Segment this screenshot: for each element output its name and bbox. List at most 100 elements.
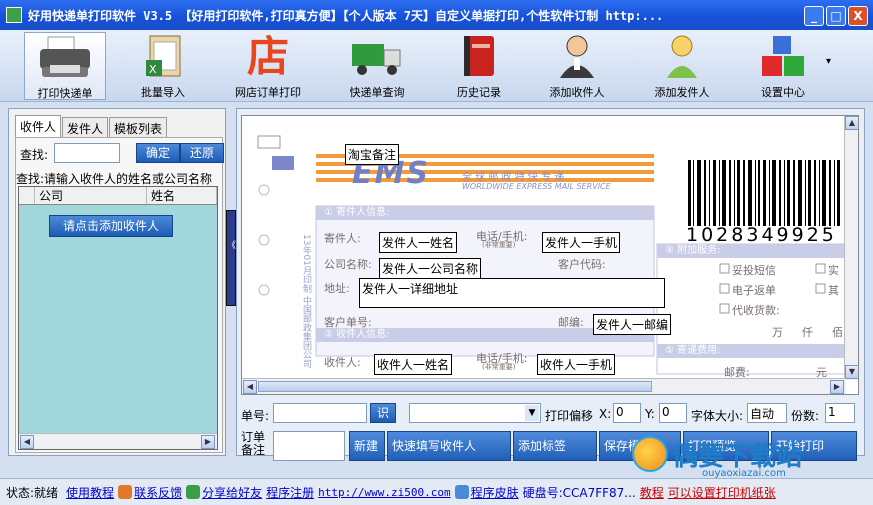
offset-x-input[interactable]: 0	[613, 403, 641, 423]
printer-setup-link[interactable]: 可以设置打印机纸张	[668, 484, 776, 501]
address-label: 地址:	[324, 282, 350, 295]
shop-glyph: 店	[246, 32, 289, 81]
search-input[interactable]	[54, 143, 120, 163]
chevron-down-icon[interactable]: ▼	[525, 405, 539, 421]
confirm-button[interactable]: 确定	[136, 143, 180, 163]
recipient-person-icon	[550, 34, 604, 80]
app-icon	[6, 7, 22, 23]
minimize-button[interactable]: _	[804, 6, 824, 26]
toolbar-shop-order-button[interactable]: 店 网店订单打印	[227, 32, 309, 100]
tab-senders[interactable]: 发件人	[62, 117, 109, 137]
option-other: 其	[828, 284, 839, 297]
field-sender-address[interactable]: 发件人一详细地址	[359, 278, 665, 308]
postage-section-header: ⑤ 寄递费用:	[657, 344, 777, 358]
canvas-horizontal-scrollbar[interactable]: ◀ ▶	[242, 378, 846, 394]
vertical-org-text: 中国邮政集团公司	[301, 296, 311, 368]
tab-recipients[interactable]: 收件人	[15, 115, 62, 137]
toolbar-label: 打印快递单	[37, 87, 93, 100]
toolbar-history-button[interactable]: 历史记录	[438, 32, 520, 100]
toolbar-label: 快递单查询	[349, 86, 405, 99]
maximize-button[interactable]: □	[826, 6, 846, 26]
recognize-button[interactable]: 识	[370, 403, 396, 423]
scroll-left-icon[interactable]: ◀	[243, 380, 257, 394]
register-link[interactable]: 程序注册	[266, 484, 314, 501]
toolbar-query-button[interactable]: 快递单查询	[336, 32, 418, 100]
contact-panel: 收件人 发件人 模板列表 查找: 确定 还原 查找:请输入收件人的姓名或公司名称…	[8, 108, 226, 456]
add-label-button[interactable]: 添加标签	[513, 431, 597, 461]
tutorial2-link[interactable]: 教程	[640, 484, 664, 501]
order-number-input[interactable]	[273, 403, 367, 423]
find-label: 查找:	[20, 148, 49, 162]
field-sender-phone[interactable]: 发件人一手机	[542, 232, 621, 253]
ems-chinese-slogan: 全 球 邮 政 特 快 专 递	[462, 172, 565, 183]
sender-person-icon	[655, 34, 709, 80]
waybill-canvas[interactable]: EMS 全 球 邮 政 特 快 专 递 WORLDWIDE EXPRESS MA…	[241, 115, 859, 395]
disk-id: 硬盘号:CCA7FF87...	[522, 485, 636, 500]
copies-stepper[interactable]: 1	[825, 403, 855, 423]
quick-fill-recipient-button[interactable]: 快速填写收件人	[387, 431, 511, 461]
tutorial-link[interactable]: 使用教程	[66, 484, 114, 501]
toolbar-label: 网店订单打印	[235, 86, 301, 99]
sender-section-header: ① 寄件人信息:	[316, 206, 436, 220]
scroll-down-icon[interactable]: ▼	[845, 365, 858, 379]
canvas-vertical-scrollbar[interactable]: ▲ ▼	[844, 116, 858, 380]
unit-bai: 佰	[832, 326, 843, 339]
cubes-icon	[756, 34, 810, 80]
field-recipient-name[interactable]: 收件人一姓名	[374, 354, 453, 375]
website-link[interactable]: http://www.zi500.com	[318, 486, 450, 499]
unit-qian: 仟	[802, 326, 813, 339]
toolbar-print-express-button[interactable]: 打印快递单	[24, 32, 106, 100]
scroll-right-icon[interactable]: ▶	[201, 435, 215, 449]
toolbar-label: 添加发件人	[654, 86, 710, 99]
scroll-up-icon[interactable]: ▲	[845, 116, 858, 130]
shop-icon: 店	[241, 34, 295, 80]
skin-link[interactable]: 程序皮肤	[471, 484, 519, 501]
scroll-left-icon[interactable]: ◀	[20, 435, 34, 449]
contact-tab-body: 查找: 确定 还原 查找:请输入收件人的姓名或公司名称 公司 姓名 请点击添加收…	[15, 137, 224, 453]
order-note-input[interactable]	[273, 431, 345, 461]
company-label: 公司名称:	[324, 258, 372, 271]
field-sender-name[interactable]: 发件人一姓名	[379, 232, 458, 253]
field-sender-postcode[interactable]: 发件人一邮编	[593, 314, 672, 335]
feedback-icon	[118, 485, 133, 499]
field-taobao-note[interactable]: 淘宝备注	[345, 144, 400, 165]
option-cod: 代收货款:	[732, 304, 780, 317]
scroll-right-icon[interactable]: ▶	[830, 380, 844, 394]
horizontal-scroll-thumb[interactable]	[258, 381, 652, 392]
toolbar-overflow-icon[interactable]: ▾	[826, 56, 831, 67]
toolbar-settings-button[interactable]: 设置中心	[742, 32, 824, 100]
vertical-date-text: 13年01月印制	[301, 234, 311, 293]
tab-templates[interactable]: 模板列表	[109, 117, 168, 137]
feedback-link[interactable]: 联系反馈	[134, 484, 182, 501]
panel-splitter[interactable]: 《《《	[226, 210, 245, 306]
recipient-phone-sublabel: (非常重要)	[482, 363, 516, 371]
toolbar-add-sender-button[interactable]: 添加发件人	[641, 32, 723, 100]
restore-button[interactable]: 还原	[180, 143, 224, 163]
toolbar-add-recipient-button[interactable]: 添加收件人	[536, 32, 618, 100]
column-name[interactable]: 姓名	[147, 187, 217, 204]
grid-corner	[19, 187, 35, 204]
toolbar-label: 批量导入	[141, 86, 185, 99]
add-recipient-button[interactable]: 请点击添加收件人	[49, 215, 173, 237]
font-size-select[interactable]: 自动	[747, 403, 787, 423]
share-link[interactable]: 分享给好友	[202, 484, 262, 501]
field-recipient-phone[interactable]: 收件人一手机	[537, 354, 616, 375]
template-panel: EMS 全 球 邮 政 特 快 专 递 WORLDWIDE EXPRESS MA…	[236, 108, 865, 461]
toolbar-label: 添加收件人	[549, 86, 605, 99]
close-button[interactable]: X	[848, 6, 868, 26]
new-button[interactable]: 新建	[349, 431, 385, 461]
option-sms: 妥投短信	[732, 264, 776, 277]
unit-wan: 万	[772, 326, 783, 339]
column-company[interactable]: 公司	[35, 187, 147, 204]
toolbar-batch-import-button[interactable]: X 批量导入	[122, 32, 204, 100]
offset-y-input[interactable]: 0	[659, 403, 687, 423]
template-select[interactable]: ▼	[409, 403, 541, 423]
truck-icon	[350, 34, 404, 80]
offset-x-label: X:	[599, 407, 612, 421]
option-actual: 实	[828, 264, 839, 277]
grid-horizontal-scrollbar[interactable]: ◀ ▶	[19, 433, 217, 449]
status-text: 状态:就绪	[6, 485, 59, 500]
svg-text:X: X	[149, 63, 157, 76]
field-sender-company[interactable]: 发件人一公司名称	[379, 258, 482, 279]
recipient-section-header: ② 收件人信息:	[316, 328, 436, 342]
